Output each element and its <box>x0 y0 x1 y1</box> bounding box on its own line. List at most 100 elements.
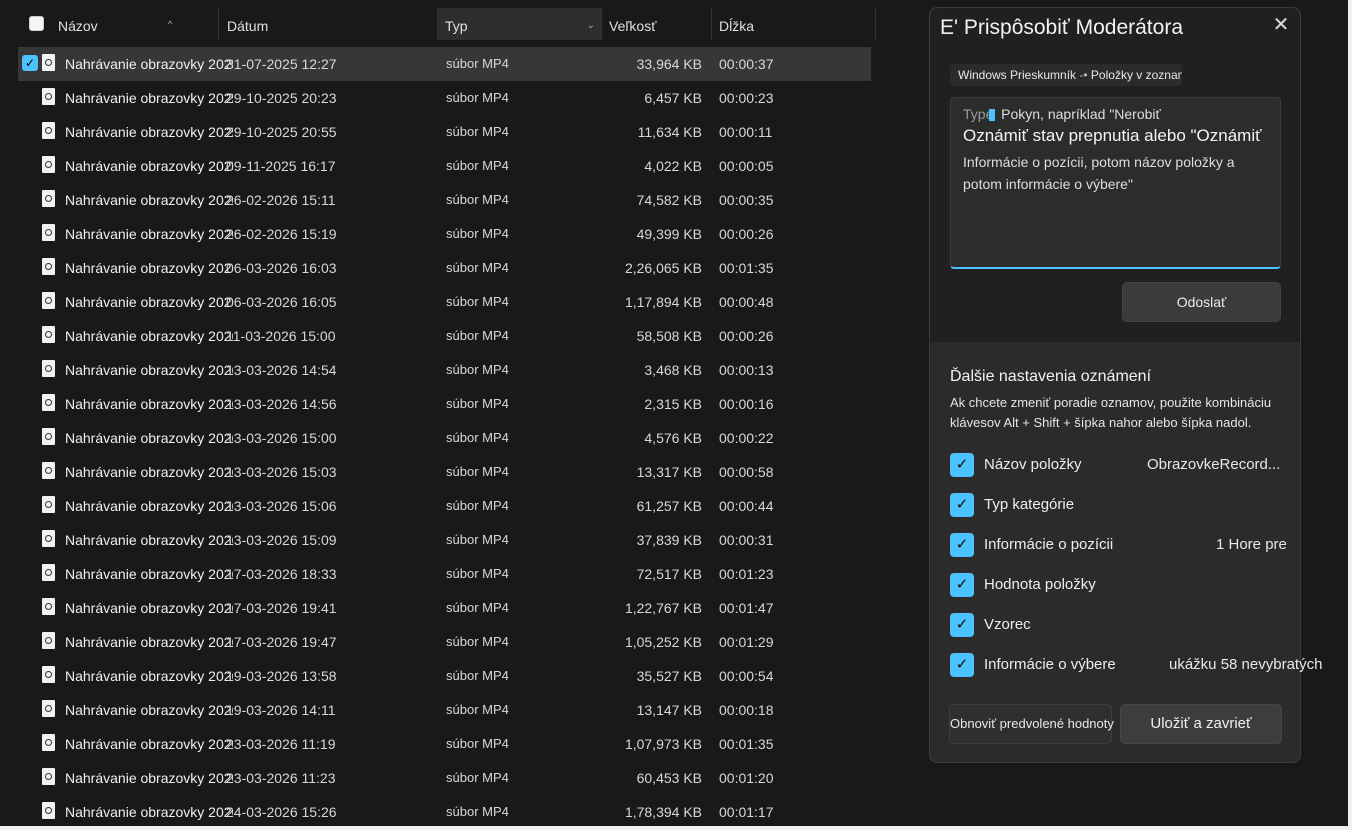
option-row: ✓ Hodnota položky <box>950 572 1290 598</box>
cell-name: Nahrávanie obrazovky 2026-02-26 <box>65 192 233 208</box>
cell-length: 00:00:05 <box>719 158 774 174</box>
cell-type: súbor MP4 <box>446 124 509 139</box>
table-row[interactable]: Nahrávanie obrazovky 2026-02-2626-02-202… <box>18 217 871 251</box>
table-row[interactable]: Nahrávanie obrazovky 2025-10-2929-10-202… <box>18 81 871 115</box>
column-length[interactable]: Dĺžka <box>711 8 875 40</box>
cell-size: 1,78,394 KB <box>624 804 702 820</box>
cell-date: 06-03-2026 16:03 <box>226 260 337 276</box>
cell-type: súbor MP4 <box>446 226 509 241</box>
table-row[interactable]: Nahrávanie obrazovky 2025-10-2929-10-202… <box>18 115 871 149</box>
cell-date: 23-03-2026 11:19 <box>226 736 336 752</box>
table-row[interactable]: Nahrávanie obrazovky 2026-03-1919-03-202… <box>18 659 871 693</box>
cell-length: 00:01:35 <box>719 736 774 752</box>
column-type[interactable]: Typ ⌄ <box>437 8 601 40</box>
cell-length: 00:00:35 <box>719 192 774 208</box>
table-row[interactable]: Nahrávanie obrazovky 2026-03-2424-03-202… <box>18 795 871 829</box>
table-row[interactable]: ✓ Nahrávanie obrazovky 2025-07-3131-07-20… <box>18 47 871 81</box>
table-row[interactable]: Nahrávanie obrazovky 2026-03-0606-03-202… <box>18 251 871 285</box>
video-file-icon <box>42 632 55 649</box>
video-file-icon <box>42 326 55 343</box>
column-date[interactable]: Dátum <box>219 8 437 40</box>
cell-name: Nahrávanie obrazovky 2026-03-13 <box>65 430 233 446</box>
cell-size: 11,634 KB <box>637 124 702 140</box>
textarea-body: Informácie o pozícii, potom názov položk… <box>963 154 1235 192</box>
cell-type: súbor MP4 <box>446 158 509 173</box>
cell-type: súbor MP4 <box>446 498 509 513</box>
cell-date: 26-02-2026 15:19 <box>226 226 337 242</box>
cell-name: Nahrávanie obrazovky 2026-03-19 <box>65 668 233 684</box>
option-checkbox[interactable]: ✓ <box>950 453 974 477</box>
column-header: Názov ^ Dátum Typ ⌄ Veľkosť Dĺžka <box>0 8 880 40</box>
cell-length: 00:00:11 <box>719 124 773 140</box>
cell-length: 00:01:23 <box>719 566 774 582</box>
table-row[interactable]: Nahrávanie obrazovky 2026-03-1313-03-202… <box>18 421 871 455</box>
cell-type: súbor MP4 <box>446 90 509 105</box>
cell-size: 1,22,767 KB <box>624 600 702 616</box>
table-row[interactable]: Nahrávanie obrazovky 2026-03-1919-03-202… <box>18 693 871 727</box>
table-row[interactable]: Nahrávanie obrazovky 2026-03-0606-03-202… <box>18 285 871 319</box>
dialog-title: E' Prispôsobiť Moderátora <box>940 16 1183 39</box>
section-title: Ďalšie nastavenia oznámení <box>950 368 1152 385</box>
cell-length: 00:00:48 <box>719 294 774 310</box>
cell-size: 61,257 KB <box>636 498 702 514</box>
table-row[interactable]: Nahrávanie obrazovky 2026-03-2323-03-202… <box>18 727 871 761</box>
option-checkbox[interactable]: ✓ <box>950 573 974 597</box>
video-file-icon <box>42 88 55 105</box>
section-description: Ak chcete zmeniť poradie oznamov, použit… <box>950 395 1272 430</box>
option-checkbox[interactable]: ✓ <box>950 653 974 677</box>
table-row[interactable]: Nahrávanie obrazovky 2026-03-1717-03-202… <box>18 591 871 625</box>
select-all-checkbox[interactable] <box>29 16 44 31</box>
cell-size: 49,399 KB <box>636 226 702 242</box>
video-file-icon <box>42 598 55 615</box>
cell-date: 06-03-2026 16:05 <box>226 294 337 310</box>
table-row[interactable]: Nahrávanie obrazovky 2026-02-2626-02-202… <box>18 183 871 217</box>
row-checkbox[interactable]: ✓ <box>22 55 38 71</box>
option-checkbox[interactable]: ✓ <box>950 613 974 637</box>
table-row[interactable]: Nahrávanie obrazovky 2026-03-1717-03-202… <box>18 557 871 591</box>
cell-date: 19-03-2026 13:58 <box>226 668 337 684</box>
chevron-down-icon[interactable]: ⌄ <box>587 8 595 44</box>
option-example: ObrazovkeRecord... <box>1147 456 1281 473</box>
video-file-icon <box>42 462 55 479</box>
cell-size: 4,576 KB <box>644 430 702 446</box>
cell-type: súbor MP4 <box>446 634 509 649</box>
video-file-icon <box>42 190 55 207</box>
cell-type: súbor MP4 <box>446 600 509 615</box>
cell-name: Nahrávanie obrazovky 2026-03-19 <box>65 702 233 718</box>
video-file-icon <box>42 394 55 411</box>
cell-name: Nahrávanie obrazovky 2025-11-09 <box>65 158 233 174</box>
column-divider[interactable] <box>875 8 876 40</box>
table-row[interactable]: Nahrávanie obrazovky 2026-03-1313-03-202… <box>18 523 871 557</box>
cell-name: Nahrávanie obrazovky 2026-03-17 <box>65 600 233 616</box>
cell-date: 19-03-2026 14:11 <box>226 702 336 718</box>
option-checkbox[interactable]: ✓ <box>950 533 974 557</box>
instruction-textarea[interactable]: Type Pokyn, napríklad "Nerobiť Oznámiť s… <box>950 97 1281 269</box>
cell-length: 00:00:37 <box>719 56 774 72</box>
table-row[interactable]: Nahrávanie obrazovky 2026-03-1717-03-202… <box>18 625 871 659</box>
video-file-icon <box>42 530 55 547</box>
save-and-close-button[interactable]: Uložiť a zavrieť <box>1120 704 1282 744</box>
cell-date: 13-03-2026 14:56 <box>226 396 337 412</box>
table-row[interactable]: Nahrávanie obrazovky 2026-03-1313-03-202… <box>18 387 871 421</box>
cell-date: 17-03-2026 19:47 <box>226 634 337 650</box>
close-icon[interactable]: ✕ <box>1270 14 1292 36</box>
option-checkbox[interactable]: ✓ <box>950 493 974 517</box>
table-row[interactable]: Nahrávanie obrazovky 2025-11-0909-11-202… <box>18 149 871 183</box>
column-name[interactable]: Názov ^ <box>50 8 218 40</box>
option-row: ✓ Vzorec <box>950 612 1290 638</box>
video-file-icon <box>42 258 55 275</box>
table-row[interactable]: Nahrávanie obrazovky 2026-03-2323-03-202… <box>18 761 871 795</box>
cell-type: súbor MP4 <box>446 328 509 343</box>
table-row[interactable]: Nahrávanie obrazovky 2026-03-1111-03-202… <box>18 319 871 353</box>
table-row[interactable]: Nahrávanie obrazovky 2026-03-1313-03-202… <box>18 455 871 489</box>
cell-size: 58,508 KB <box>636 328 702 344</box>
option-label: Vzorec <box>984 616 1031 633</box>
video-file-icon <box>42 292 55 309</box>
table-row[interactable]: Nahrávanie obrazovky 2026-03-1313-03-202… <box>18 353 871 387</box>
table-row[interactable]: Nahrávanie obrazovky 2026-03-1313-03-202… <box>18 489 871 523</box>
send-button[interactable]: Odoslať <box>1122 282 1281 322</box>
textarea-heading-line: Oznámiť stav prepnutia alebo "Oznámiť <box>963 126 1262 145</box>
column-size[interactable]: Veľkosť <box>601 8 711 40</box>
cell-name: Nahrávanie obrazovky 2026-03-06 <box>65 294 233 310</box>
reset-defaults-button[interactable]: Obnoviť predvolené hodnoty <box>949 704 1114 744</box>
